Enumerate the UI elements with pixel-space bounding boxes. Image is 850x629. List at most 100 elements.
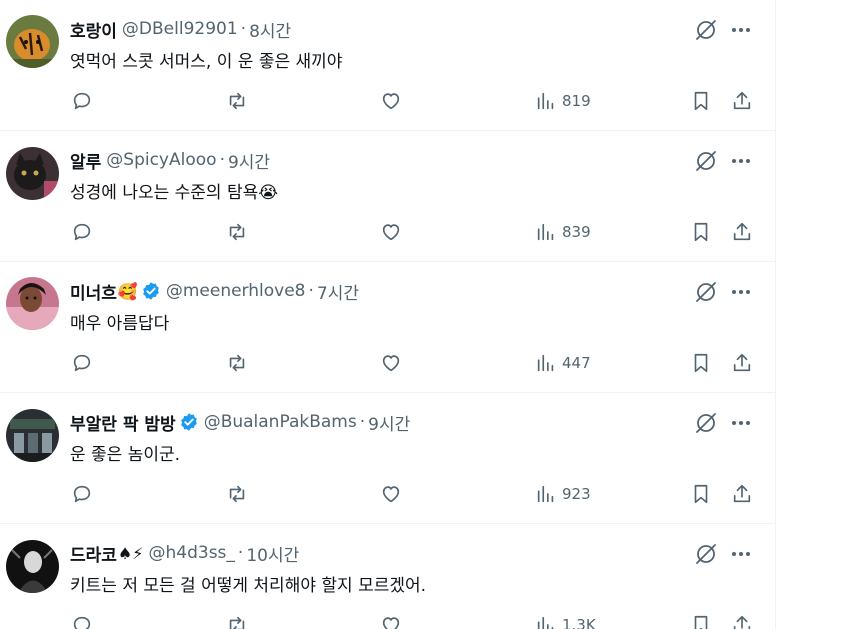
person-avatar[interactable]: [6, 277, 59, 330]
dark-figure-avatar[interactable]: [6, 540, 59, 593]
like-button[interactable]: [380, 612, 402, 629]
storefront-avatar[interactable]: [6, 409, 59, 462]
separator: ·: [240, 19, 247, 39]
tweet[interactable]: 부알란 팍 밤방 @BualanPakBams · 9시간 운 좋은 놈이군.: [0, 393, 775, 524]
tweet-text: 운 좋은 놈이군.: [70, 445, 181, 465]
share-button[interactable]: [731, 219, 753, 245]
bookmark-button[interactable]: [690, 350, 712, 376]
action-bar: 819: [0, 88, 775, 114]
reply-button[interactable]: [71, 481, 93, 507]
reply-icon: [73, 616, 91, 629]
share-button[interactable]: [731, 88, 753, 114]
like-button[interactable]: [380, 88, 402, 114]
tweet-text: 엿먹어 스콧 서머스, 이 운 좋은 새끼야: [70, 52, 343, 72]
reply-button[interactable]: [71, 612, 93, 629]
views-button[interactable]: 1.3K: [535, 612, 596, 629]
share-icon: [733, 353, 751, 372]
like-button[interactable]: [380, 219, 402, 245]
tweet-text: 성경에 나오는 수준의 탐욕😭: [70, 183, 279, 203]
display-name[interactable]: 부알란 팍 밤방: [70, 410, 176, 435]
like-icon: [382, 355, 400, 372]
handle[interactable]: @SpicyAlooo: [106, 150, 216, 170]
more-icon[interactable]: [729, 411, 753, 435]
grok-icon[interactable]: [694, 280, 718, 304]
handle[interactable]: @DBell92901: [122, 19, 238, 39]
reply-icon: [73, 223, 91, 241]
display-name[interactable]: 호랑이: [70, 17, 117, 42]
views-button[interactable]: 923: [535, 481, 591, 507]
views-icon: [537, 354, 554, 372]
display-name[interactable]: 미너흐: [70, 279, 117, 304]
timestamp[interactable]: 10시간: [246, 541, 299, 566]
timestamp[interactable]: 8시간: [249, 17, 291, 42]
bookmark-button[interactable]: [690, 219, 712, 245]
handle[interactable]: @h4d3ss_: [149, 543, 235, 563]
tweet-header: 부알란 팍 밤방 @BualanPakBams · 9시간: [70, 409, 410, 435]
like-button[interactable]: [380, 481, 402, 507]
share-button[interactable]: [731, 481, 753, 507]
timestamp[interactable]: 9시간: [368, 410, 410, 435]
tweet-header: 미너흐 🥰 @meenerhlove8 · 7시간: [70, 278, 359, 304]
grok-icon[interactable]: [694, 149, 718, 173]
repost-button[interactable]: [226, 481, 248, 507]
views-button[interactable]: 839: [535, 219, 591, 245]
share-button[interactable]: [731, 350, 753, 376]
bookmark-button[interactable]: [690, 88, 712, 114]
views-icon: [537, 92, 554, 110]
verified-badge-icon: [141, 281, 161, 301]
repost-icon: [229, 223, 245, 241]
repost-button[interactable]: [226, 350, 248, 376]
separator: ·: [359, 412, 366, 432]
views-button[interactable]: 819: [535, 88, 591, 114]
action-bar: 923: [0, 481, 775, 507]
reply-button[interactable]: [71, 219, 93, 245]
tweet[interactable]: 미너흐 🥰 @meenerhlove8 · 7시간 매우 아름답다 447: [0, 262, 775, 393]
bookmark-icon: [694, 353, 708, 373]
more-icon[interactable]: [729, 280, 753, 304]
like-icon: [382, 224, 400, 241]
handle[interactable]: @BualanPakBams: [204, 412, 357, 432]
separator: ·: [219, 150, 225, 170]
like-icon: [382, 617, 400, 629]
display-name[interactable]: 드라코: [70, 541, 117, 566]
reply-icon: [73, 354, 91, 372]
tweet-text: 매우 아름답다: [70, 314, 170, 334]
repost-button[interactable]: [226, 219, 248, 245]
repost-button[interactable]: [226, 88, 248, 114]
reply-button[interactable]: [71, 350, 93, 376]
tweet[interactable]: 드라코 ♠⚡ @h4d3ss_ · 10시간 키트는 저 모든 걸 어떻게 처리…: [0, 524, 775, 629]
timestamp[interactable]: 7시간: [317, 279, 359, 304]
views-icon: [537, 485, 554, 503]
views-button[interactable]: 447: [535, 350, 591, 376]
cat-avatar[interactable]: [6, 147, 59, 200]
tiger-avatar[interactable]: [6, 15, 59, 68]
handle[interactable]: @meenerhlove8: [166, 281, 306, 301]
tweet-header: 드라코 ♠⚡ @h4d3ss_ · 10시간: [70, 540, 299, 566]
timestamp[interactable]: 9시간: [228, 148, 270, 173]
grok-icon[interactable]: [694, 411, 718, 435]
reply-button[interactable]: [71, 88, 93, 114]
views-count: 1.3K: [562, 616, 596, 629]
views-count: 447: [562, 354, 591, 372]
bookmark-button[interactable]: [690, 612, 712, 629]
separator: ·: [308, 281, 314, 301]
repost-button[interactable]: [226, 612, 248, 629]
more-icon[interactable]: [729, 18, 753, 42]
share-button[interactable]: [731, 612, 753, 629]
grok-icon[interactable]: [694, 542, 718, 566]
timeline-feed: 호랑이 @DBell92901 · 8시간 엿먹어 스콧 서머스, 이 운 좋은…: [0, 0, 776, 629]
repost-icon: [229, 485, 245, 503]
separator: ·: [237, 543, 244, 563]
name-emoji: ♠⚡: [117, 543, 144, 563]
tweet[interactable]: 호랑이 @DBell92901 · 8시간 엿먹어 스콧 서머스, 이 운 좋은…: [0, 0, 775, 131]
more-icon[interactable]: [729, 149, 753, 173]
like-button[interactable]: [380, 350, 402, 376]
right-margin: [776, 0, 850, 629]
bookmark-button[interactable]: [690, 481, 712, 507]
tweet[interactable]: 알루 @SpicyAlooo · 9시간 성경에 나오는 수준의 탐욕😭 839: [0, 131, 775, 262]
more-icon[interactable]: [729, 542, 753, 566]
like-icon: [382, 486, 400, 503]
grok-icon[interactable]: [694, 18, 718, 42]
display-name[interactable]: 알루: [70, 148, 101, 173]
like-icon: [382, 93, 400, 110]
